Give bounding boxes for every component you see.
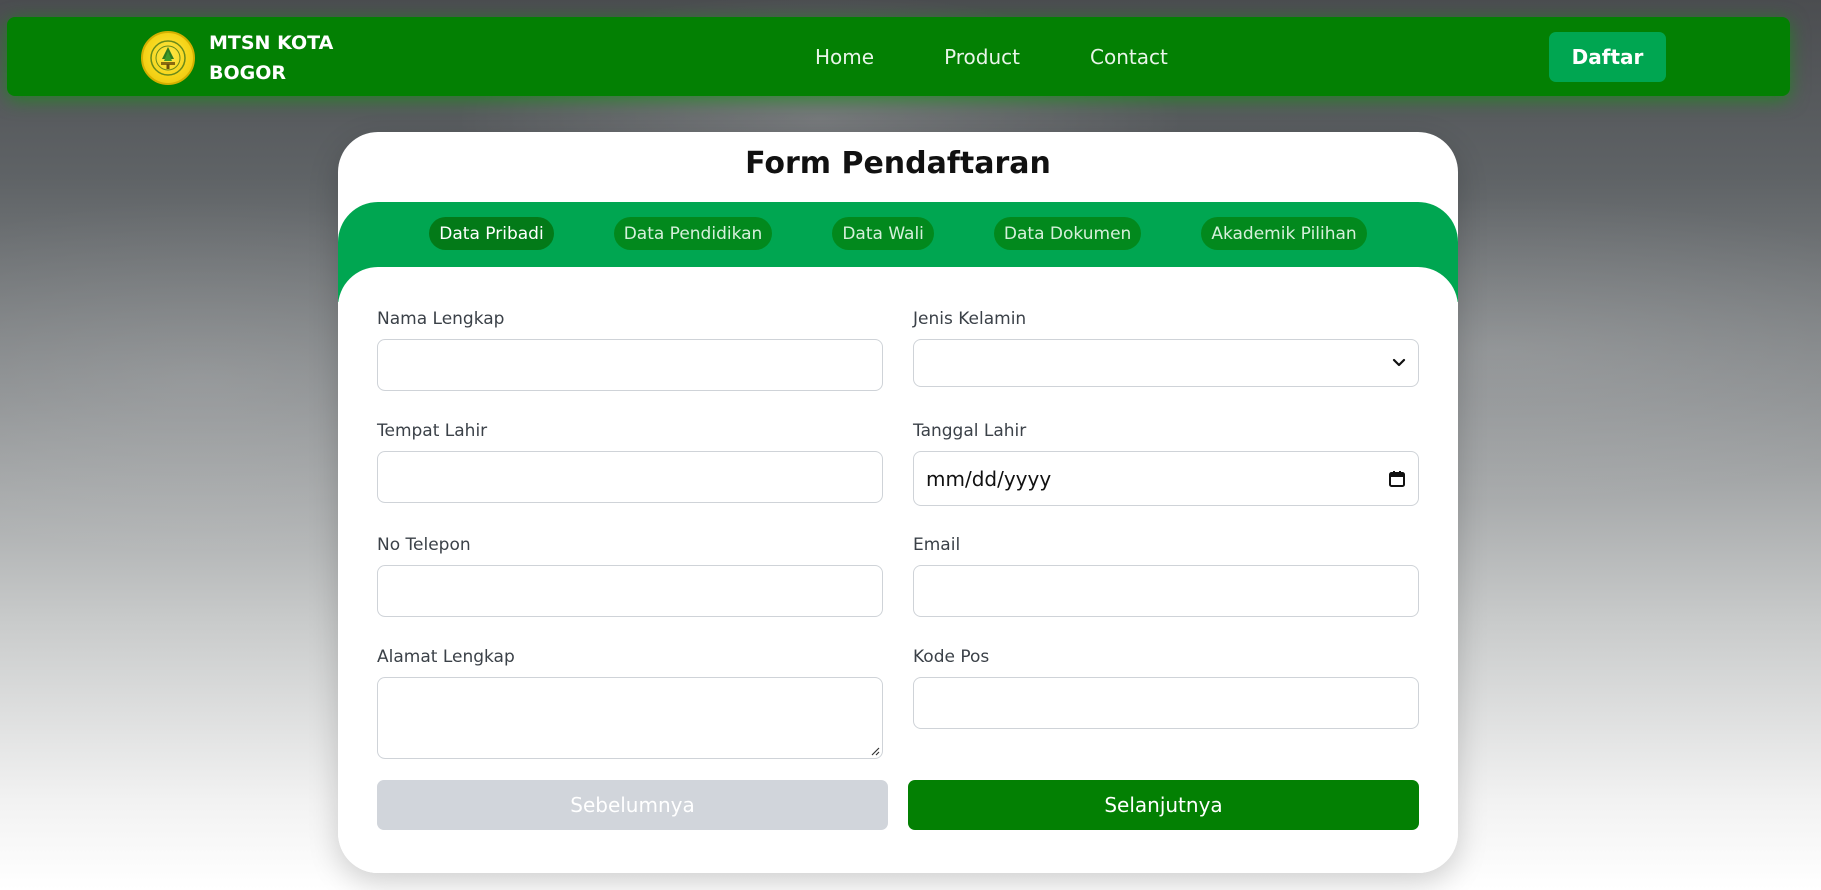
- alamat-lengkap-textarea[interactable]: [377, 677, 883, 759]
- kode-pos-input[interactable]: [913, 677, 1419, 729]
- field-alamat-lengkap: Alamat Lengkap: [377, 647, 883, 759]
- field-tempat-lahir: Tempat Lahir: [377, 421, 883, 503]
- tempat-lahir-label: Tempat Lahir: [377, 421, 488, 441]
- nav-link-contact[interactable]: Contact: [1090, 45, 1168, 69]
- resize-handle-icon[interactable]: [870, 746, 880, 756]
- navbar: MTSN KOTA BOGOR Home Product Contact Daf…: [7, 17, 1790, 96]
- brand[interactable]: MTSN KOTA BOGOR: [141, 28, 339, 88]
- school-emblem-icon: [141, 31, 195, 85]
- form-tabs: Data Pribadi Data Pendidikan Data Wali D…: [338, 217, 1458, 250]
- registration-card: Form Pendaftaran Data Pribadi Data Pendi…: [338, 132, 1458, 873]
- chevron-down-icon: [1392, 358, 1406, 367]
- nav-link-product[interactable]: Product: [944, 45, 1020, 69]
- tanggal-lahir-placeholder: mm/dd/yyyy: [926, 466, 1052, 491]
- nav-links: Home Product Contact: [815, 17, 1238, 96]
- nama-lengkap-label: Nama Lengkap: [377, 309, 505, 329]
- nav-link-home[interactable]: Home: [815, 45, 874, 69]
- sebelumnya-button[interactable]: Sebelumnya: [377, 780, 888, 830]
- calendar-icon[interactable]: [1388, 470, 1406, 488]
- tab-data-pendidikan[interactable]: Data Pendidikan: [613, 217, 773, 250]
- form-title: Form Pendaftaran: [745, 146, 1051, 181]
- alamat-lengkap-label: Alamat Lengkap: [377, 647, 515, 667]
- email-input[interactable]: [913, 565, 1419, 617]
- kode-pos-label: Kode Pos: [913, 647, 990, 667]
- field-no-telepon: No Telepon: [377, 535, 883, 617]
- tanggal-lahir-input[interactable]: mm/dd/yyyy: [913, 451, 1419, 506]
- field-email: Email: [913, 535, 1419, 617]
- tab-data-pribadi[interactable]: Data Pribadi: [429, 217, 554, 250]
- tab-akademik-pilihan[interactable]: Akademik Pilihan: [1201, 217, 1367, 250]
- brand-name: MTSN KOTA BOGOR: [209, 28, 339, 88]
- field-kode-pos: Kode Pos: [913, 647, 1419, 729]
- selanjutnya-button[interactable]: Selanjutnya: [908, 780, 1419, 830]
- jenis-kelamin-label: Jenis Kelamin: [913, 309, 1027, 329]
- field-nama-lengkap: Nama Lengkap: [377, 309, 883, 391]
- tab-data-dokumen[interactable]: Data Dokumen: [993, 217, 1142, 250]
- no-telepon-label: No Telepon: [377, 535, 471, 555]
- tanggal-lahir-label: Tanggal Lahir: [913, 421, 1027, 441]
- brand-name-line1: MTSN KOTA: [209, 32, 334, 54]
- nama-lengkap-input[interactable]: [377, 339, 883, 391]
- field-jenis-kelamin: Jenis Kelamin: [913, 309, 1419, 387]
- tempat-lahir-input[interactable]: [377, 451, 883, 503]
- daftar-button[interactable]: Daftar: [1549, 32, 1666, 82]
- brand-name-line2: BOGOR: [209, 62, 287, 84]
- jenis-kelamin-select[interactable]: [913, 339, 1419, 387]
- email-label: Email: [913, 535, 961, 555]
- field-tanggal-lahir: Tanggal Lahir mm/dd/yyyy: [913, 421, 1419, 506]
- tab-data-wali[interactable]: Data Wali: [832, 217, 934, 250]
- no-telepon-input[interactable]: [377, 565, 883, 617]
